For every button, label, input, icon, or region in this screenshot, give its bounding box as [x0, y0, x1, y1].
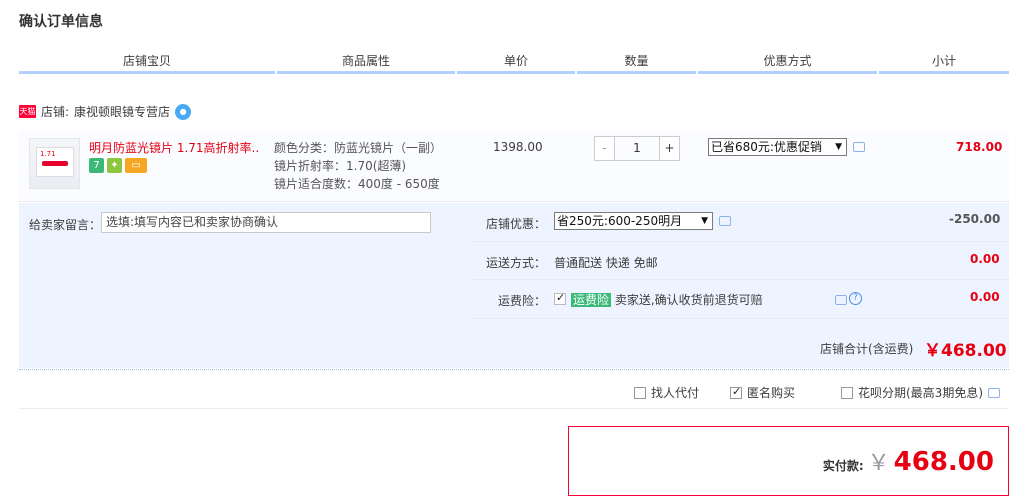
help-icon[interactable]: ? [849, 292, 862, 305]
quantity-stepper: - 1 + [594, 136, 680, 161]
pay-by-others-checkbox[interactable] [634, 386, 646, 399]
divider [472, 241, 1009, 242]
qty-input[interactable]: 1 [615, 136, 659, 161]
header-underline [277, 71, 455, 74]
qty-plus-button[interactable]: + [659, 136, 680, 161]
divider [472, 318, 1009, 319]
attr-degree: 镜片适合度数：400度 - 650度 [274, 177, 440, 191]
store-discount-amount: -250.00 [949, 212, 1001, 226]
product-name-link[interactable]: 明月防蓝光镜片 1.71高折射率... [89, 139, 259, 156]
pay-amount: 468.00 [893, 447, 994, 477]
wangwang-chat-icon[interactable]: ● [175, 103, 192, 120]
discount-info-icon[interactable] [853, 142, 865, 152]
store-total-label: 店铺合计(含运费) [820, 342, 914, 356]
option-huabei[interactable]: 花呗分期(最高3期免息) [841, 384, 1000, 401]
qty-minus-button[interactable]: - [594, 136, 615, 161]
store-row: 天猫 店铺: 康视顿眼镜专营店 ● [19, 103, 192, 120]
chevron-down-icon: ▼ [835, 142, 842, 152]
attr-index: 镜片折射率：1.70(超薄) [274, 159, 407, 173]
message-input[interactable]: 选填:填写内容已和卖家协商确认 [101, 212, 431, 233]
page-title: 确认订单信息 [19, 14, 103, 30]
service-badges: 7 ✦ ▭ [89, 158, 147, 173]
unit-price: 1398.00 [493, 140, 543, 154]
chevron-down-icon: ▼ [701, 216, 708, 226]
store-label: 店铺: [41, 105, 70, 119]
huabei-checkbox[interactable] [841, 386, 853, 399]
insurance-label: 运费险： [498, 294, 547, 308]
store-total-value: ￥468.00 [924, 341, 1007, 361]
col-header-item: 店铺宝贝 [122, 54, 171, 68]
product-thumbnail[interactable]: 1.71 [29, 138, 80, 189]
header-underline [879, 71, 1009, 74]
col-header-discount: 优惠方式 [763, 54, 812, 68]
divider [472, 279, 1009, 280]
divider [19, 408, 1009, 409]
col-header-attrs: 商品属性 [341, 54, 390, 68]
credit-card-icon[interactable]: ▭ [125, 158, 147, 173]
header-underline [457, 71, 575, 74]
currency-symbol: ￥ [867, 451, 890, 476]
attr-color: 颜色分类：防蓝光镜片（一副） [274, 141, 443, 155]
huabei-info-icon[interactable] [988, 387, 1000, 398]
shipping-label: 运送方式： [486, 256, 547, 270]
guarantee-icon[interactable]: ✦ [107, 158, 122, 173]
insurance-row: 运费险 卖家送,确认收货前退货可赔 [571, 291, 763, 308]
payment-summary-box: 实付款: ￥ 468.00 [568, 426, 1009, 496]
insurance-amount: 0.00 [970, 290, 1000, 304]
header-underline [577, 71, 696, 74]
col-header-qty: 数量 [624, 54, 649, 68]
shipping-amount: 0.00 [970, 252, 1000, 266]
anonymous-checkbox[interactable] [730, 385, 742, 399]
insurance-desc: 卖家送,确认收货前退货可赔 [614, 293, 763, 307]
header-underline [698, 71, 877, 74]
tmall-badge-icon: 天猫 [19, 105, 36, 118]
insurance-tag: 运费险 [571, 293, 612, 307]
store-discount-info-icon[interactable] [719, 216, 731, 226]
col-header-subtotal: 小计 [931, 54, 956, 68]
message-label: 给卖家留言： [29, 218, 102, 232]
item-subtotal: 718.00 [956, 140, 1003, 154]
pay-label: 实付款: [822, 459, 864, 473]
shipping-value: 普通配送 快递 免邮 [554, 256, 658, 270]
option-anonymous[interactable]: 匿名购买 [730, 384, 795, 401]
insurance-chat-icon[interactable] [835, 295, 847, 305]
item-discount-select[interactable]: 已省680元:优惠促销 ▼ [708, 138, 847, 156]
divider [19, 369, 1009, 370]
store-discount-label: 店铺优惠： [486, 217, 547, 231]
option-pay-by-others[interactable]: 找人代付 [634, 384, 699, 401]
store-discount-select[interactable]: 省250元:600-250明月 ▼ [554, 212, 713, 230]
header-underline [19, 71, 275, 74]
seven-day-return-icon[interactable]: 7 [89, 158, 104, 173]
store-name-link[interactable]: 康视顿眼镜专营店 [74, 103, 170, 120]
col-header-price: 单价 [503, 54, 528, 68]
insurance-checkbox[interactable] [554, 291, 566, 305]
